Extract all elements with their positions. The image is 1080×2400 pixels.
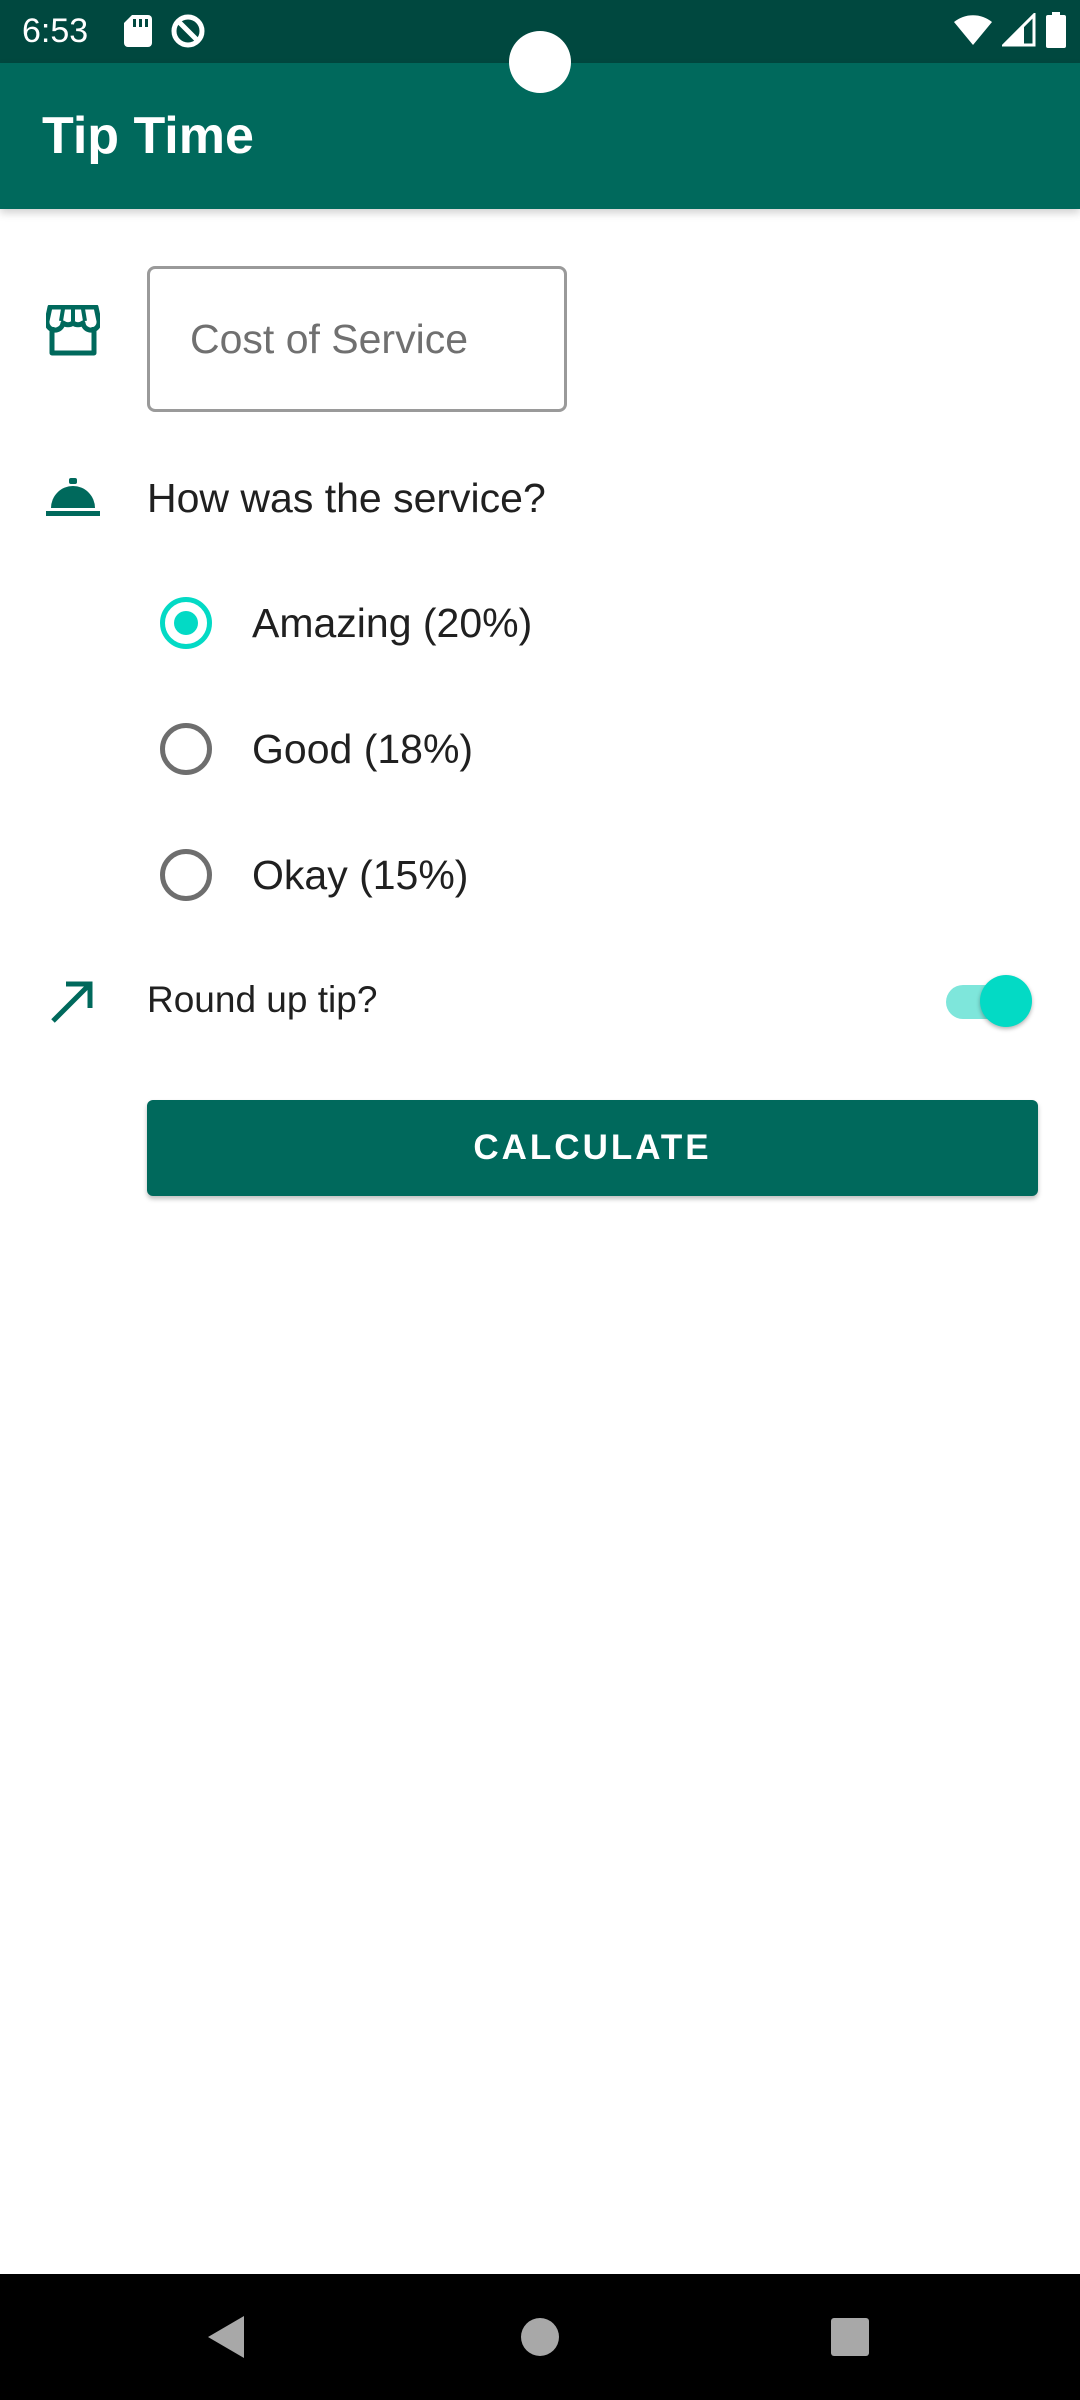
data-saver-icon [170,13,206,54]
sd-card-icon [124,15,152,52]
radio-button-okay[interactable] [160,849,212,901]
wifi-icon [954,14,992,51]
status-left-icons [124,13,206,54]
radio-option-amazing[interactable]: Amazing (20%) [160,587,532,659]
recents-icon[interactable] [820,2307,880,2367]
trending-up-arrow-icon [50,980,94,1029]
radio-label-amazing: Amazing (20%) [252,600,533,646]
app-title: Tip Time [42,107,254,165]
cost-of-service-input[interactable] [150,269,564,409]
status-time: 6:53 [22,12,89,50]
home-icon[interactable] [510,2307,570,2367]
radio-option-good[interactable]: Good (18%) [160,713,473,785]
room-service-icon [46,478,100,523]
radio-label-good: Good (18%) [252,726,474,772]
storefront-icon [44,304,102,362]
navigation-bar [0,2274,1080,2400]
camera-cutout [509,31,571,93]
round-up-switch[interactable] [946,975,1032,1027]
cost-of-service-field[interactable] [147,266,567,412]
calculate-button[interactable]: CALCULATE [147,1100,1038,1196]
round-up-label: Round up tip? [147,979,378,1020]
status-right-icons [954,11,1066,53]
radio-option-okay[interactable]: Okay (15%) [160,839,468,911]
back-icon[interactable] [196,2307,256,2367]
switch-thumb [980,975,1032,1027]
radio-label-okay: Okay (15%) [252,852,469,898]
service-question: How was the service? [147,475,546,521]
radio-button-amazing[interactable] [160,597,212,649]
battery-icon [1046,12,1066,53]
cellular-signal-icon [1000,11,1036,52]
radio-button-good[interactable] [160,723,212,775]
